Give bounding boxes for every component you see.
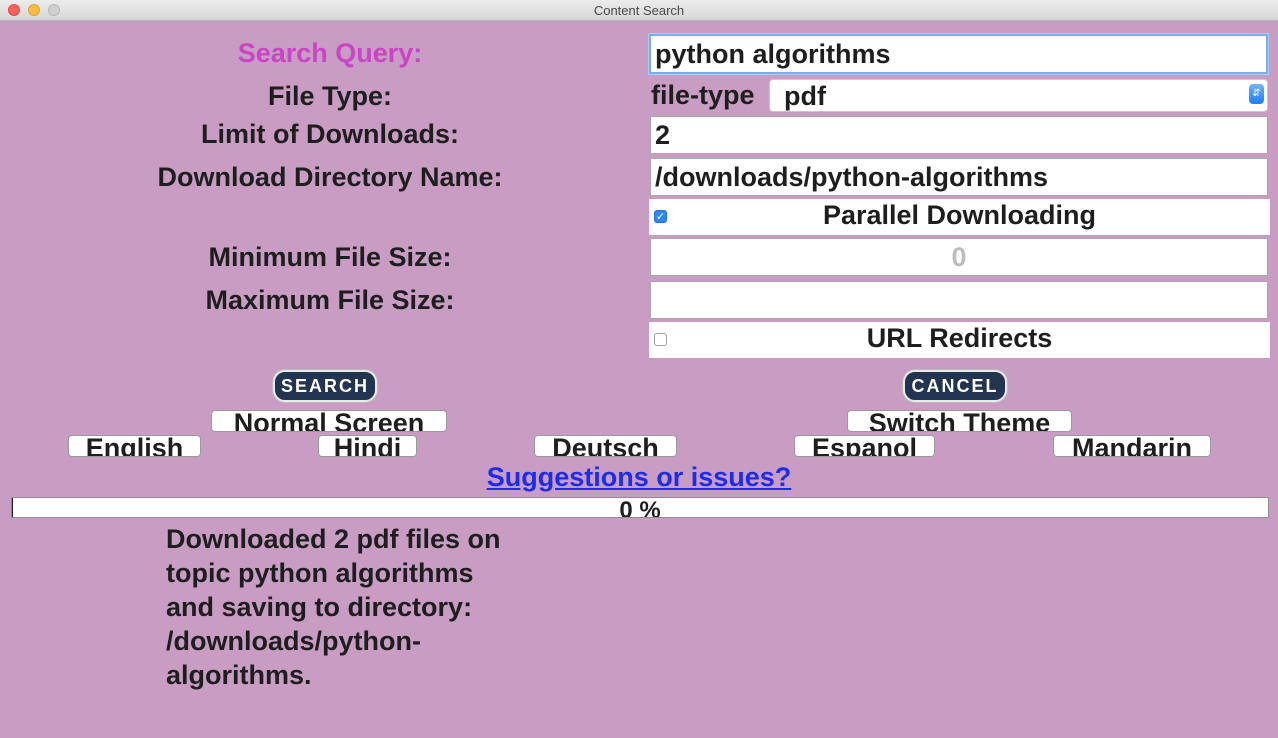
file-type-selected-value: pdf [784, 81, 826, 111]
language-deutsch-button[interactable]: Deutsch [534, 435, 677, 457]
suggestions-link[interactable]: Suggestions or issues? [0, 462, 1278, 493]
language-espanol-button[interactable]: Espanol [794, 435, 935, 457]
limit-downloads-label: Limit of Downloads: [201, 119, 459, 149]
file-type-select[interactable]: pdf ⇵ [769, 79, 1268, 112]
normal-screen-button[interactable]: Normal Screen [211, 410, 447, 432]
min-file-size-label: Minimum File Size: [208, 242, 452, 272]
min-file-size-input[interactable] [650, 238, 1268, 276]
language-english-button[interactable]: English [68, 435, 201, 457]
max-file-size-input[interactable] [650, 281, 1268, 319]
language-hindi-button[interactable]: Hindi [318, 435, 417, 457]
download-progress-bar: 0 % [11, 497, 1269, 518]
search-button[interactable]: SEARCH [273, 370, 377, 402]
max-file-size-label: Maximum File Size: [205, 285, 455, 315]
window-title: Content Search [593, 3, 685, 18]
search-query-input[interactable] [649, 34, 1268, 74]
download-directory-label: Download Directory Name: [157, 162, 503, 192]
limit-downloads-input[interactable] [650, 116, 1268, 154]
url-redirects-label: URL Redirects [866, 323, 1053, 353]
cancel-button[interactable]: CANCEL [903, 370, 1007, 402]
language-mandarin-button[interactable]: Mandarin [1053, 435, 1211, 457]
title-bar: Content Search [0, 0, 1278, 21]
file-type-label: File Type: [267, 81, 393, 111]
parallel-downloading-row[interactable]: ✓ Parallel Downloading [649, 199, 1270, 235]
download-directory-input[interactable] [650, 158, 1268, 196]
url-redirects-row[interactable]: URL Redirects [649, 322, 1270, 358]
progress-text: 0 % [619, 497, 661, 518]
search-query-label: Search Query: [237, 38, 423, 68]
chevron-down-icon: ⇵ [1249, 84, 1264, 104]
file-type-prefix: file-type [651, 80, 755, 110]
switch-theme-button[interactable]: Switch Theme [847, 410, 1072, 432]
parallel-downloading-label: Parallel Downloading [822, 200, 1097, 230]
status-message: Downloaded 2 pdf files on topic python a… [166, 524, 501, 690]
